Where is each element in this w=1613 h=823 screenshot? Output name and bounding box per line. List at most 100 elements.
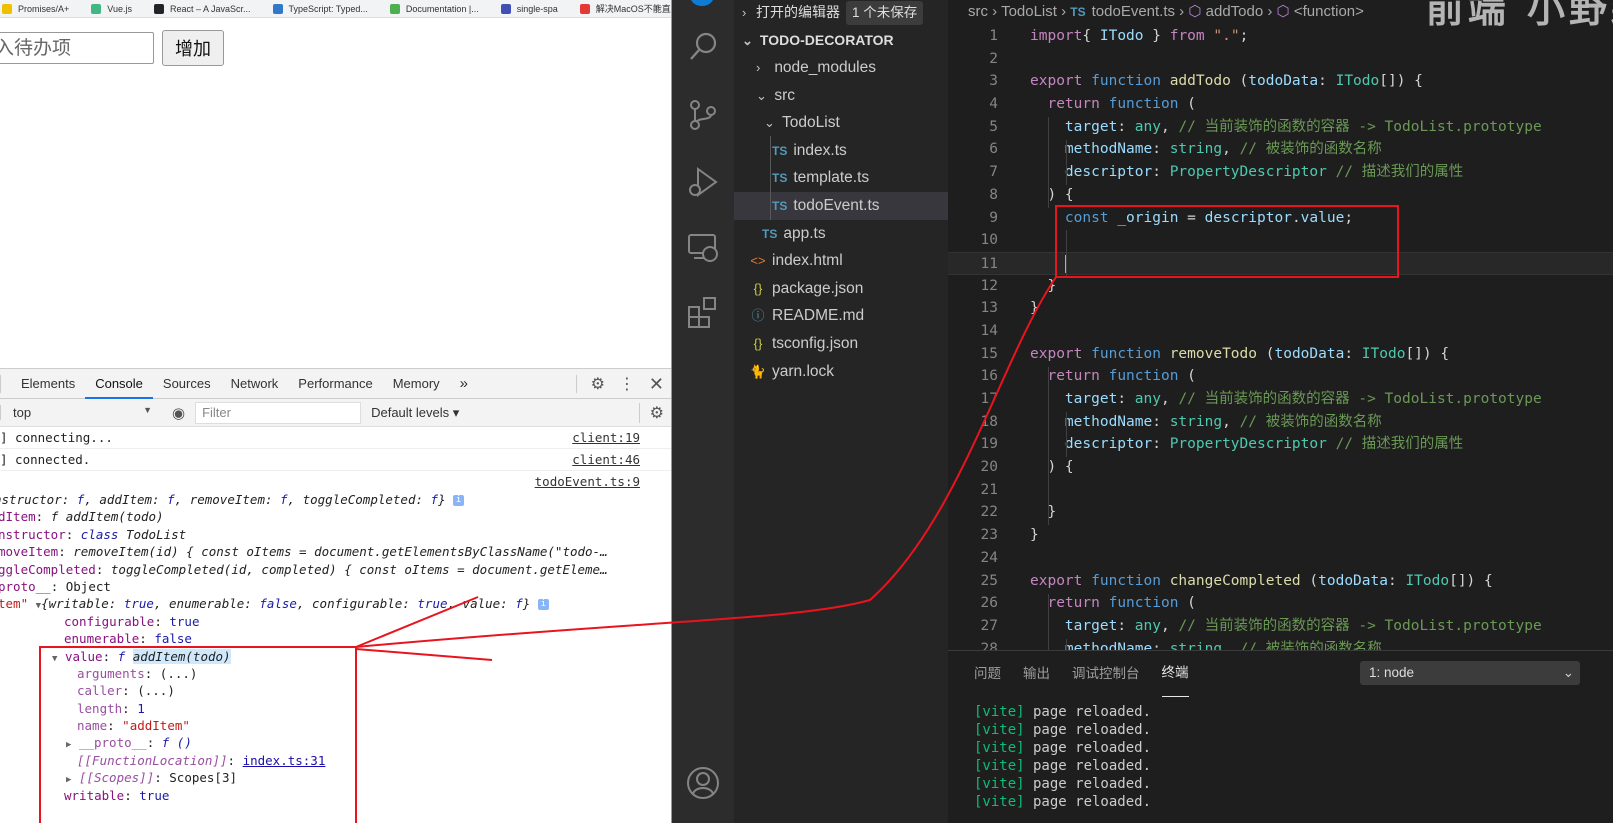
caller-value[interactable]: (...)	[137, 683, 175, 698]
more-bookmarks-button[interactable]: »	[654, 2, 660, 13]
expand-triangle-icon[interactable]: ▶	[66, 740, 71, 750]
code-line[interactable]: 1 import{ ITodo } from ".";	[948, 25, 1613, 48]
code-token: }	[1143, 28, 1170, 44]
add-todo-button[interactable]: 增加	[162, 30, 224, 66]
settings-gear-icon[interactable]: ⚙	[591, 374, 605, 394]
tree-item-label: package.json	[772, 279, 864, 297]
extensions-icon[interactable]	[686, 295, 720, 329]
info-icon[interactable]: i	[537, 599, 549, 611]
terminal-selector[interactable]: 1: node ⌄	[1360, 661, 1580, 685]
breadcrumb-item[interactable]: <function>	[1294, 3, 1364, 20]
code-editor[interactable]: src › TodoList › TS todoEvent.ts › ⬡ addT…	[948, 0, 1613, 650]
code-line[interactable]: 23}	[948, 524, 1613, 547]
bookmark-item[interactable]: Vue.js	[91, 3, 132, 14]
property-row[interactable]: ▶ __proto__: f ()	[0, 734, 671, 751]
console-settings-gear-icon[interactable]: ⚙	[638, 403, 664, 423]
devtools-tab-elements[interactable]: Elements	[11, 369, 85, 399]
object-source-link[interactable]: todoEvent.ts:9	[535, 471, 640, 493]
tree-item[interactable]: TS todoEvent.ts	[734, 192, 948, 220]
tree-item[interactable]: {} tsconfig.json	[734, 330, 948, 358]
tree-item[interactable]: <> index.html	[734, 247, 948, 275]
code-line[interactable]: 14	[948, 320, 1613, 343]
line-number: 25	[980, 572, 998, 589]
bookmark-item[interactable]: TypeScript: Typed...	[272, 3, 368, 14]
open-editors-section[interactable]: › 打开的编辑器 1 个未保存	[734, 0, 948, 26]
search-icon[interactable]	[686, 30, 720, 64]
devtools-tab-performance[interactable]: Performance	[288, 369, 382, 399]
context-selector[interactable]: top ▼	[0, 405, 158, 420]
tree-item[interactable]: ⓘ README.md	[734, 302, 948, 330]
property-row[interactable]: dItem: f addItem(todo)	[0, 508, 671, 525]
tree-item[interactable]: 🐈 yarn.lock	[734, 358, 948, 386]
function-location-link[interactable]: index.ts:31	[243, 753, 326, 768]
code-line[interactable]: 13}	[948, 297, 1613, 320]
property-row[interactable]: ggleCompleted: toggleCompleted(id, compl…	[0, 561, 671, 578]
arguments-value[interactable]: (...)	[160, 666, 198, 681]
run-debug-icon[interactable]	[686, 165, 720, 199]
code-line[interactable]: 2	[948, 48, 1613, 71]
console-filter-input[interactable]	[195, 401, 362, 424]
code-line[interactable]: 4 return function (	[948, 93, 1613, 116]
property-row[interactable]: moveItem: removeItem(id) { const oItems …	[0, 543, 671, 560]
terminal-output[interactable]: [vite] page reloaded. [vite] page reloade…	[948, 697, 1613, 812]
descriptor-row[interactable]: tem" ▼{writable: true, enumerable: false…	[0, 595, 671, 612]
bookmark-item[interactable]: Documentation |...	[389, 3, 479, 14]
expand-triangle-icon[interactable]: ▶	[66, 775, 71, 785]
bookmark-item[interactable]: React – A JavaScr...	[153, 3, 251, 14]
line-number: 24	[980, 549, 998, 566]
bookmark-item[interactable]: Promises/A+	[2, 3, 69, 14]
bookmark-item[interactable]: single-spa	[500, 3, 558, 14]
property-row[interactable]: ▶ [[Scopes]]: Scopes[3]	[0, 769, 671, 786]
tree-item[interactable]: › node_modules	[734, 54, 948, 82]
log-levels-dropdown[interactable]: Default levels ▾	[371, 405, 459, 421]
panel-tab[interactable]: 终端	[1161, 651, 1189, 697]
property-row[interactable]: proto__: Object	[0, 578, 671, 595]
code-line[interactable]: 15 export function removeTodo (todoData: …	[948, 343, 1613, 366]
tree-item[interactable]: ⌄ TodoList	[734, 109, 948, 137]
code-line[interactable]: 11	[948, 251, 1613, 275]
panel-tab[interactable]: 输出	[1023, 651, 1050, 697]
devtools-tab-network[interactable]: Network	[221, 369, 289, 399]
devtools-tab-sources[interactable]: Sources	[153, 369, 221, 399]
panel-tab[interactable]: 问题	[974, 651, 1001, 697]
code-token: // 当前装饰的函数的容器 -> TodoList.prototype	[1178, 391, 1542, 407]
tree-item[interactable]: TS template.ts	[734, 164, 948, 192]
panel-tab[interactable]: 调试控制台	[1072, 651, 1140, 697]
tree-item[interactable]: {} package.json	[734, 275, 948, 303]
expand-triangle-icon[interactable]: ▼	[52, 654, 57, 664]
object-summary[interactable]: nstructor: f, addItem: f, removeItem: f,…	[0, 491, 671, 508]
breadcrumb-item[interactable]: TodoList	[1001, 3, 1057, 20]
devtools-tab-memory[interactable]: Memory	[383, 369, 450, 399]
devtools-tab-console[interactable]: Console	[85, 369, 153, 399]
todo-input[interactable]	[0, 32, 154, 64]
code-line[interactable]: 25 export function changeCompleted (todoD…	[948, 570, 1613, 593]
property-row[interactable]: nstructor: class TodoList	[0, 526, 671, 543]
breadcrumb-item[interactable]: src	[968, 3, 988, 20]
remote-explorer-icon[interactable]	[686, 230, 720, 264]
more-tabs-button[interactable]: »	[450, 369, 478, 399]
close-devtools-icon[interactable]: ✕	[649, 374, 664, 395]
source-control-icon[interactable]	[686, 98, 720, 132]
more-options-icon[interactable]: ⋮	[619, 374, 635, 394]
code-line[interactable]: 10	[948, 229, 1613, 252]
code-line[interactable]: 12 }	[948, 275, 1613, 298]
code-token: function	[1108, 368, 1179, 385]
tree-item[interactable]: ⌄ src	[734, 82, 948, 110]
code-line[interactable]: 3 export function addTodo (todoData: ITod…	[948, 70, 1613, 93]
breadcrumb-item[interactable]: todoEvent.ts	[1092, 3, 1175, 20]
info-icon[interactable]: i	[453, 495, 465, 506]
account-icon[interactable]	[686, 766, 720, 800]
tree-item[interactable]: TS index.ts	[734, 137, 948, 165]
live-expression-eye-icon[interactable]: ◉	[172, 404, 185, 422]
value-row[interactable]: ▼ value: f addItem(todo)	[0, 648, 671, 665]
project-section[interactable]: ⌄ TODO-DECORATOR	[734, 27, 948, 55]
message-source-link[interactable]: client:19	[572, 427, 640, 449]
message-source-link[interactable]: client:46	[572, 449, 640, 471]
line-number: 27	[980, 617, 998, 634]
line-number: 11	[980, 255, 998, 272]
code-line[interactable]: 9 const _origin = descriptor.value;	[948, 207, 1613, 230]
tree-item[interactable]: TS app.ts	[734, 220, 948, 248]
code-line[interactable]: 24	[948, 547, 1613, 570]
breadcrumb-item[interactable]: addTodo	[1206, 3, 1264, 20]
